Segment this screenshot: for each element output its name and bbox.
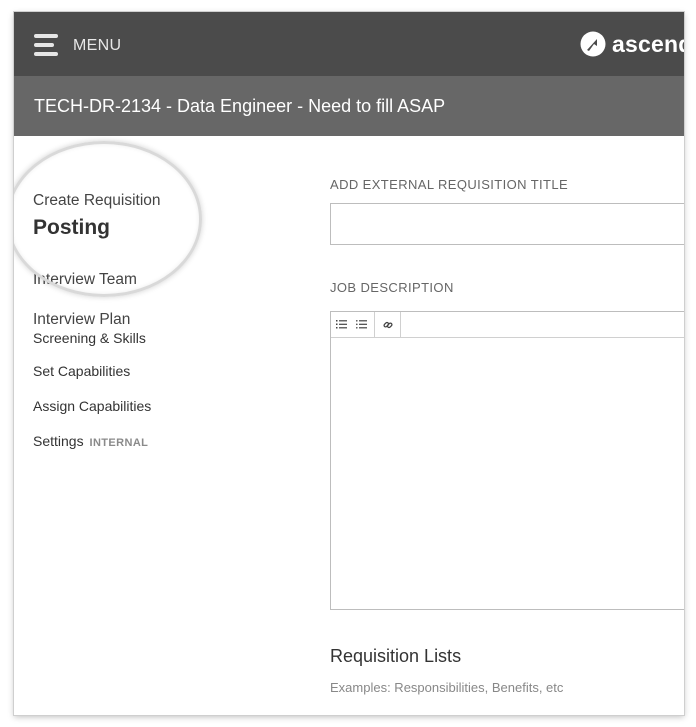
sidebar-item-posting[interactable]: Posting [33,216,110,240]
sidebar-item-settings-label: Settings [33,433,84,449]
app-window: MENU ascend TECH-DR-2134 - Data Engineer… [14,12,684,715]
link-icon[interactable] [375,312,400,337]
internal-badge: INTERNAL [89,437,149,449]
ordered-list-icon[interactable] [331,312,351,337]
link-button-group [375,312,401,337]
requisition-lists-title: Requisition Lists [330,646,462,666]
requisition-lists-hint: Examples: Responsibilities, Benefits, et… [330,680,564,695]
sidebar-item-settings[interactable]: Settings INTERNAL [33,433,148,449]
sidebar-item-interview-plan[interactable]: Interview Plan [33,311,131,329]
sidebar-item-set-capabilities[interactable]: Set Capabilities [33,363,130,379]
top-navigation-bar: MENU ascend [14,12,684,76]
sidebar-nav: Create Requisition Posting Interview Tea… [14,136,314,715]
list-button-group [331,312,375,337]
external-title-label: ADD EXTERNAL REQUISITION TITLE [330,177,569,192]
requisition-title-bar: TECH-DR-2134 - Data Engineer - Need to f… [14,76,684,136]
ascend-arrow-logo-icon [580,31,606,57]
menu-label[interactable]: MENU [73,37,121,55]
sidebar-item-create-requisition[interactable]: Create Requisition [33,192,161,210]
unordered-list-icon[interactable] [351,312,371,337]
brand-logo[interactable]: ascend [580,28,684,60]
job-description-editor[interactable] [330,311,684,610]
posting-form: ADD EXTERNAL REQUISITION TITLE JOB DESCR… [314,136,684,715]
logo-text: ascend [612,30,684,57]
requisition-title: TECH-DR-2134 - Data Engineer - Need to f… [34,96,446,116]
external-title-input[interactable] [330,203,684,245]
job-description-label: JOB DESCRIPTION [330,280,454,295]
job-description-text[interactable] [339,346,682,601]
editor-toolbar [331,312,684,338]
sidebar-item-assign-capabilities[interactable]: Assign Capabilities [33,398,151,414]
hamburger-menu-icon[interactable] [34,34,58,58]
sidebar-item-screening-skills[interactable]: Screening & Skills [33,330,146,346]
sidebar-item-interview-team[interactable]: Interview Team [33,271,137,289]
